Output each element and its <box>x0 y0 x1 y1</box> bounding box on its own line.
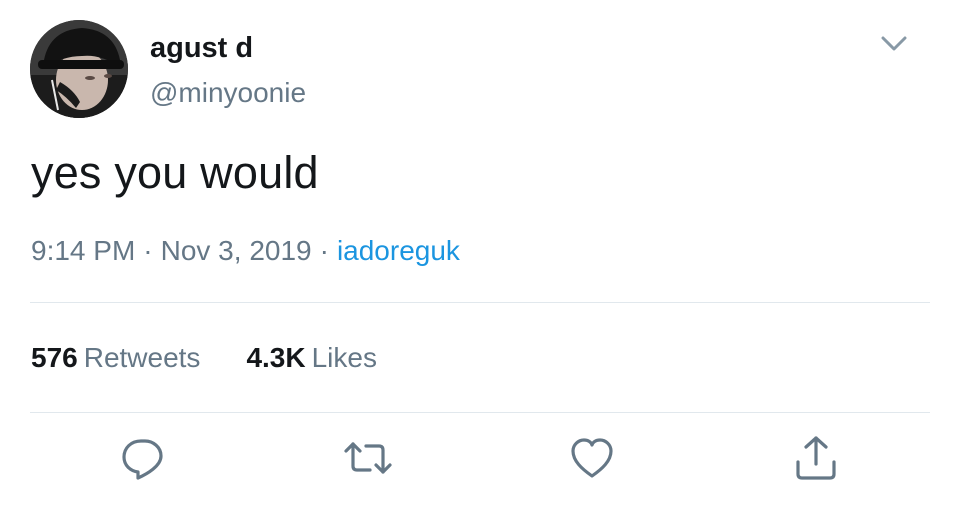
user-handle[interactable]: @minyoonie <box>150 76 306 110</box>
reply-button[interactable] <box>119 434 167 482</box>
likes-stat[interactable]: 4.3K Likes <box>246 340 377 376</box>
chevron-down-icon[interactable] <box>876 26 912 62</box>
meta-separator: · <box>319 235 329 266</box>
heart-icon <box>571 438 613 478</box>
tweet-stats: 576 Retweets 4.3K Likes <box>31 340 423 376</box>
retweets-count: 576 <box>31 342 78 373</box>
reply-icon <box>122 439 163 480</box>
display-name[interactable]: agust d <box>150 30 253 66</box>
likes-label: Likes <box>311 342 377 373</box>
tweet-date[interactable]: Nov 3, 2019 <box>161 235 312 266</box>
profile-photo-icon <box>30 20 128 118</box>
retweets-label: Retweets <box>83 342 201 373</box>
share-icon <box>796 436 836 480</box>
tweet-source-link[interactable]: iadoreguk <box>337 235 460 266</box>
retweets-stat[interactable]: 576 Retweets <box>31 340 200 376</box>
retweet-icon <box>344 442 392 474</box>
retweet-button[interactable] <box>344 434 392 482</box>
tweet-meta: 9:14 PM · Nov 3, 2019 · iadoreguk <box>31 233 460 269</box>
avatar[interactable] <box>30 20 128 118</box>
share-button[interactable] <box>792 434 840 482</box>
meta-separator: · <box>143 235 153 266</box>
like-button[interactable] <box>568 434 616 482</box>
likes-count: 4.3K <box>246 342 306 373</box>
tweet-text: yes you would <box>31 147 319 198</box>
tweet-time[interactable]: 9:14 PM <box>31 235 135 266</box>
divider <box>30 302 930 303</box>
divider <box>30 412 930 413</box>
